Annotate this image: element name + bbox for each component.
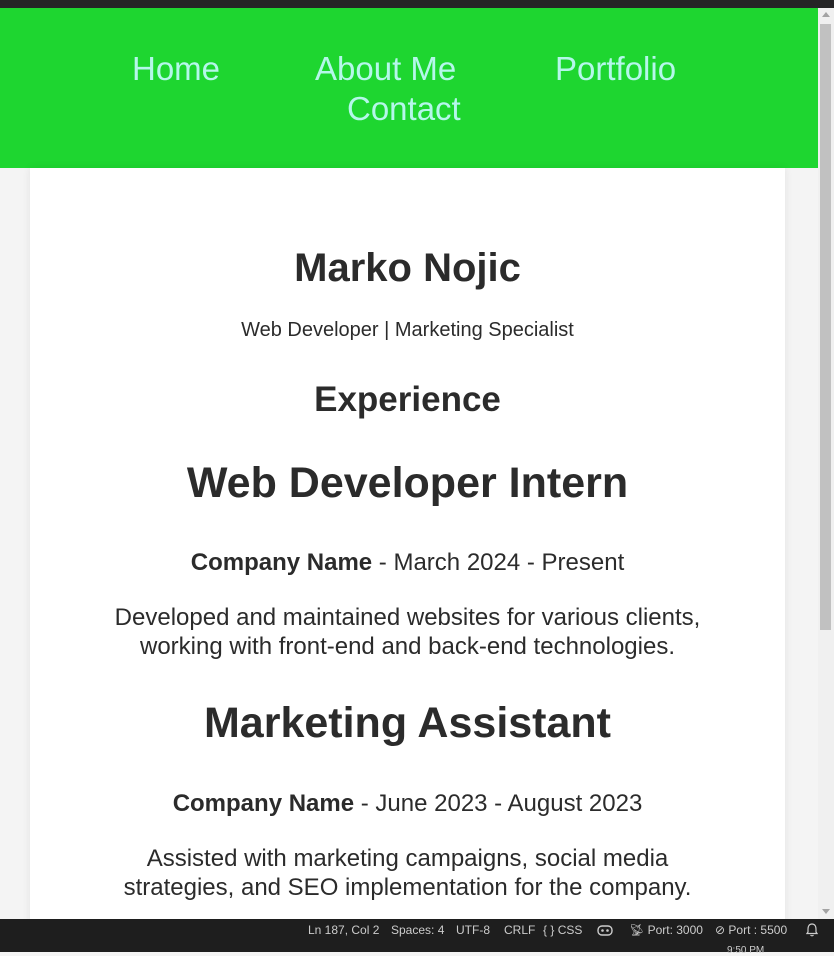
language-mode[interactable]: { } CSS (543, 923, 582, 937)
nav-link-home[interactable]: Home (132, 52, 220, 85)
language-label: CSS (557, 923, 583, 937)
job-period: - June 2023 - August 2023 (354, 790, 643, 817)
profile-name: Marko Nojic (294, 246, 521, 290)
cursor-position[interactable]: Ln 187, Col 2 (308, 923, 379, 937)
file-encoding[interactable]: UTF-8 (456, 923, 490, 937)
braces-icon: { } (543, 923, 555, 937)
taskbar-clock: 9:50 PM (727, 945, 765, 956)
job-title: Web Developer Intern (186, 459, 629, 507)
job-period: - March 2024 - Present (372, 549, 625, 576)
server-port[interactable]: 📡︎ Port: 3000 (629, 923, 703, 937)
broadcast-icon: 📡︎ (629, 923, 645, 937)
experience-heading: Experience (314, 380, 501, 419)
job-meta: Company Name - June 2023 - August 2023 (30, 790, 785, 818)
indentation-setting[interactable]: Spaces: 4 (391, 923, 444, 937)
nav-link-about[interactable]: About Me (315, 52, 456, 85)
live-port-label: Port : 5500 (728, 923, 788, 937)
notifications-bell-icon[interactable] (805, 923, 819, 940)
browser-viewport: Home About Me Portfolio Contact Marko No… (0, 8, 818, 919)
company-name: Company Name (190, 549, 373, 576)
circle-slash-icon: ⊘ (715, 923, 726, 937)
scroll-down-icon[interactable] (822, 909, 830, 914)
job-meta: Company Name - March 2024 - Present (30, 549, 785, 577)
profile-tagline: Web Developer | Marketing Specialist (241, 319, 574, 341)
job-description: Assisted with marketing campaigns, socia… (123, 845, 692, 901)
job-description: Developed and maintained websites for va… (114, 604, 701, 660)
live-server-port[interactable]: ⊘ Port : 5500 (715, 923, 787, 937)
scrollbar-thumb[interactable] (820, 24, 831, 630)
nav-link-portfolio[interactable]: Portfolio (555, 52, 676, 85)
copilot-icon[interactable] (597, 923, 613, 940)
editor-status-bar: Ln 187, Col 2 Spaces: 4 UTF-8 CRLF { } C… (0, 919, 834, 956)
scroll-up-icon[interactable] (822, 12, 830, 17)
nav-link-contact[interactable]: Contact (347, 92, 461, 125)
vertical-scrollbar[interactable] (818, 8, 834, 919)
window-top-strip (0, 0, 834, 8)
line-ending[interactable]: CRLF (504, 923, 535, 937)
server-port-label: Port: 3000 (647, 923, 703, 937)
job-title: Marketing Assistant (203, 699, 611, 747)
company-name: Company Name (172, 790, 355, 817)
navbar: Home About Me Portfolio Contact (0, 8, 818, 168)
resume-card: Marko Nojic Web Developer | Marketing Sp… (30, 168, 785, 919)
